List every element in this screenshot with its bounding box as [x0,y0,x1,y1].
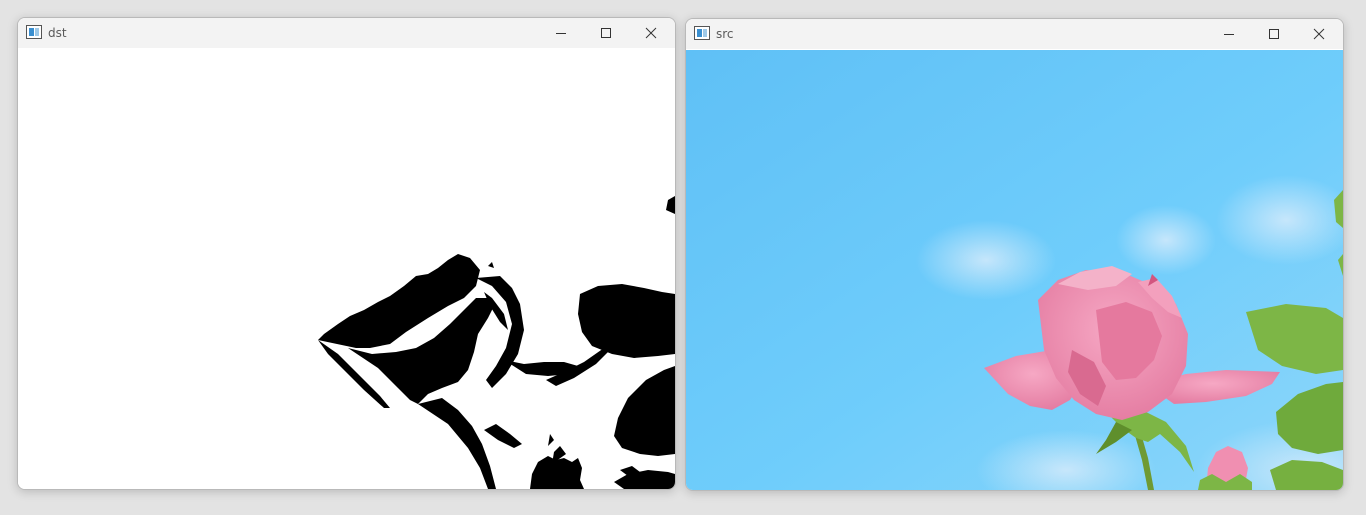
close-icon [1313,28,1324,40]
close-button[interactable] [628,18,673,48]
minimize-button[interactable] [1206,19,1251,49]
image-canvas [686,50,1343,490]
maximize-icon [600,28,611,38]
binary-threshold-image [18,48,675,489]
window-title: dst [48,26,67,40]
minimize-icon [555,33,566,34]
pink-rose-photo [686,50,1343,490]
maximize-button[interactable] [1251,19,1296,49]
title-bar[interactable]: src [686,19,1343,49]
close-button[interactable] [1296,19,1341,49]
minimize-button[interactable] [538,18,583,48]
dst-window[interactable]: dst [17,17,676,490]
maximize-button[interactable] [583,18,628,48]
image-window-icon [26,25,42,39]
window-title: src [716,27,734,41]
image-window-icon [694,26,710,40]
close-icon [645,27,656,39]
title-bar[interactable]: dst [18,18,675,48]
minimize-icon [1223,34,1234,35]
maximize-icon [1268,29,1279,39]
image-canvas [18,48,675,489]
src-window[interactable]: src [685,18,1344,491]
